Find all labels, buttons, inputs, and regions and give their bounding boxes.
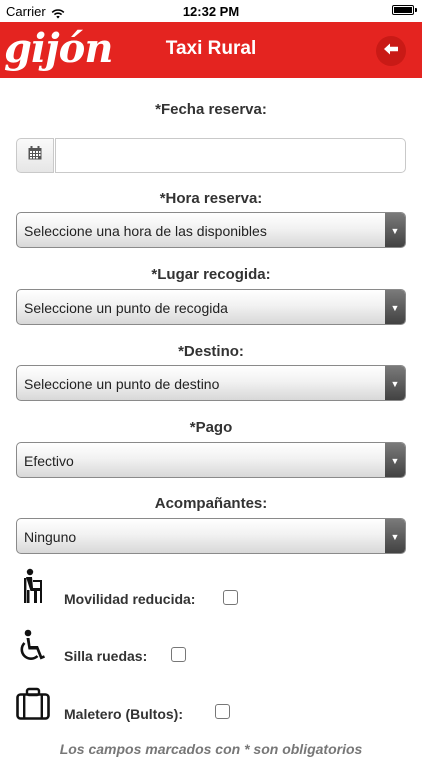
app-header: gijón Taxi Rural	[0, 22, 422, 78]
calendar-icon	[28, 146, 42, 165]
suitcase-icon	[16, 684, 50, 724]
hora-reserva-label: *Hora reserva:	[159, 190, 263, 207]
status-bar: Carrier 12:32 PM	[0, 0, 422, 22]
dropdown-arrow-icon: ▼	[385, 213, 405, 247]
silla-ruedas-checkbox[interactable]	[171, 647, 186, 662]
lugar-recogida-value: Seleccione un punto de recogida	[24, 300, 228, 316]
battery-icon	[392, 5, 417, 15]
acompanantes-select[interactable]: Ninguno ▼	[16, 518, 406, 554]
destino-label: *Destino:	[178, 343, 244, 360]
acompanantes-label: Acompañantes:	[154, 495, 268, 512]
arrow-left-icon	[383, 42, 399, 61]
dropdown-arrow-icon: ▼	[385, 366, 405, 400]
destino-value: Seleccione un punto de destino	[24, 376, 220, 392]
movilidad-reducida-row: Movilidad reducida:	[16, 566, 406, 607]
pago-value: Efectivo	[24, 453, 74, 469]
maletero-row: Maletero (Bultos):	[16, 684, 406, 724]
required-fields-note: Los campos marcados con * son obligatori…	[59, 741, 363, 757]
calendar-button[interactable]	[16, 138, 54, 173]
acompanantes-value: Ninguno	[24, 529, 77, 545]
destino-select[interactable]: Seleccione un punto de destino ▼	[16, 365, 406, 401]
hora-reserva-select[interactable]: Seleccione una hora de las disponibles ▼	[16, 212, 406, 248]
clock: 12:32 PM	[182, 4, 240, 19]
wheelchair-icon	[16, 626, 50, 666]
fecha-reserva-label: *Fecha reserva:	[155, 101, 267, 118]
dropdown-arrow-icon: ▼	[385, 519, 405, 553]
movilidad-reducida-checkbox[interactable]	[223, 590, 238, 605]
maletero-checkbox[interactable]	[215, 704, 230, 719]
back-button[interactable]	[376, 36, 406, 66]
movilidad-reducida-label: Movilidad reducida:	[64, 591, 196, 607]
lugar-recogida-select[interactable]: Seleccione un punto de recogida ▼	[16, 289, 406, 325]
dropdown-arrow-icon: ▼	[385, 290, 405, 324]
dropdown-arrow-icon: ▼	[385, 443, 405, 477]
reduced-mobility-icon	[16, 566, 50, 606]
fecha-reserva-input[interactable]	[55, 138, 406, 173]
pago-select[interactable]: Efectivo ▼	[16, 442, 406, 478]
maletero-label: Maletero (Bultos):	[64, 706, 183, 722]
pago-label: *Pago	[189, 419, 233, 436]
hora-reserva-value: Seleccione una hora de las disponibles	[24, 223, 267, 239]
lugar-recogida-label: *Lugar recogida:	[151, 266, 271, 283]
fecha-reserva-field	[16, 138, 406, 173]
page-title: Taxi Rural	[165, 38, 257, 59]
silla-ruedas-row: Silla ruedas:	[16, 626, 406, 666]
silla-ruedas-label: Silla ruedas:	[64, 648, 148, 664]
